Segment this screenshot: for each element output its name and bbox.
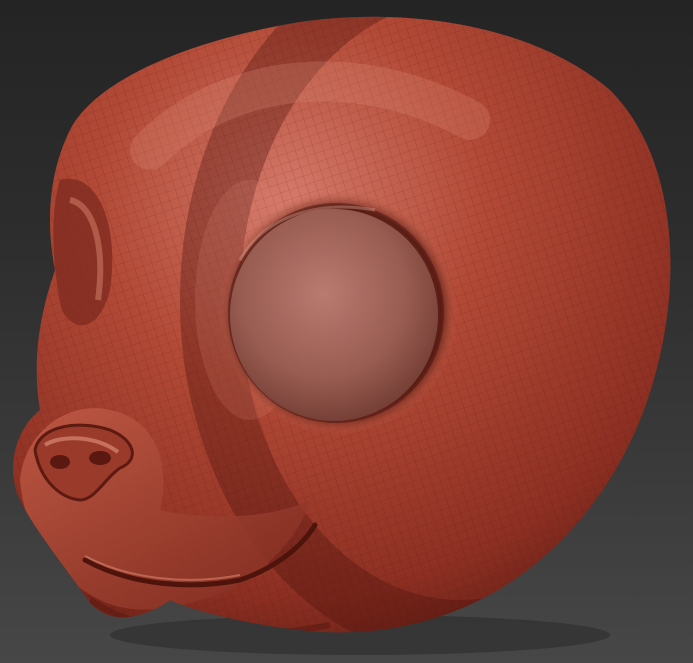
nostril-right <box>89 451 111 465</box>
nostril-left <box>50 455 70 469</box>
eye-socket <box>218 191 458 435</box>
sculpted-head-icon[interactable] <box>0 0 693 663</box>
sculpt-viewport[interactable] <box>0 0 693 663</box>
